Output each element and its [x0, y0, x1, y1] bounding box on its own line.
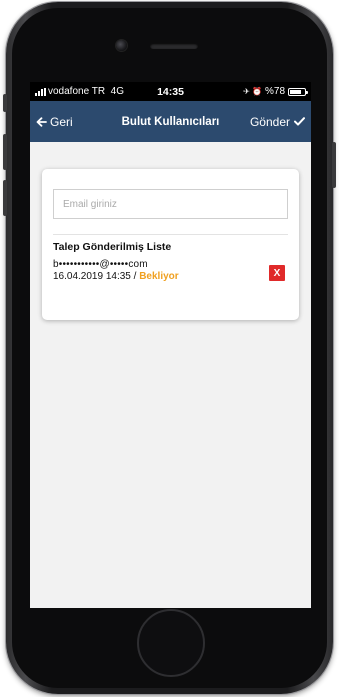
- front-camera: [116, 40, 127, 51]
- arrow-left-icon: [36, 116, 47, 127]
- status-bar: vodafone TR 4G 14:35 ✈ ⏰ %78: [30, 82, 311, 101]
- battery-icon: [288, 87, 308, 96]
- earpiece-speaker: [150, 43, 198, 49]
- request-date: 16.04.2019 14:35: [53, 271, 131, 282]
- send-label: Gönder: [249, 114, 290, 129]
- card-divider: [53, 234, 288, 235]
- invite-card: Talep Gönderilmiş Liste b•••••••••••@•••…: [42, 169, 299, 320]
- status-badge: Bekliyor: [139, 271, 179, 282]
- carrier-label: vodafone TR 4G: [48, 86, 124, 97]
- signal-icon: [35, 87, 46, 96]
- location-alarm-icons: ✈ ⏰: [243, 87, 262, 96]
- volume-down-button: [3, 180, 7, 216]
- remove-request-button[interactable]: X: [269, 265, 285, 281]
- battery-percent: %78: [264, 86, 285, 97]
- home-button[interactable]: [137, 609, 205, 677]
- power-button: [332, 142, 336, 188]
- status-right: ✈ ⏰ %78: [243, 86, 308, 97]
- app-screen: vodafone TR 4G 14:35 ✈ ⏰ %78 Geri Bulut …: [30, 82, 311, 608]
- mute-switch: [3, 94, 7, 112]
- nav-bar: Geri Bulut Kullanıcıları Gönder: [30, 101, 311, 142]
- request-list-title: Talep Gönderilmiş Liste: [53, 241, 172, 253]
- request-meta: 16.04.2019 14:35 / Bekliyor: [53, 271, 288, 283]
- email-input[interactable]: [53, 189, 288, 219]
- send-button[interactable]: Gönder: [250, 115, 305, 129]
- back-label: Geri: [50, 114, 73, 129]
- volume-up-button: [3, 134, 7, 170]
- back-button[interactable]: Geri: [36, 115, 73, 129]
- remove-label: X: [273, 267, 281, 279]
- list-item: b•••••••••••@•••••com 16.04.2019 14:35 /…: [53, 259, 288, 289]
- checkmark-icon: [294, 117, 305, 126]
- request-email: b•••••••••••@•••••com: [53, 259, 148, 270]
- request-separator: /: [130, 271, 140, 282]
